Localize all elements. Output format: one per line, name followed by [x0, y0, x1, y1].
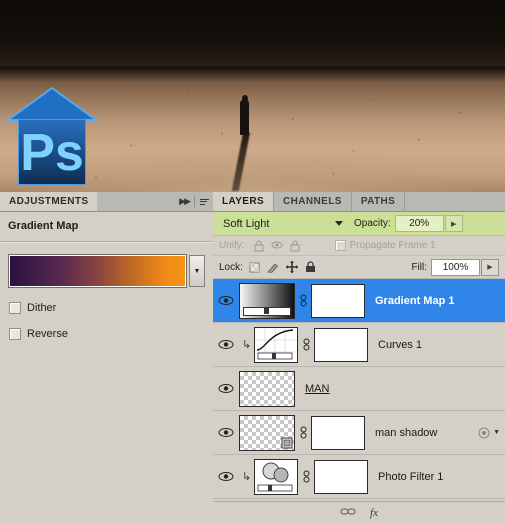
layer-thumbnail[interactable] — [239, 282, 295, 319]
eye-icon[interactable] — [213, 471, 239, 482]
eye-icon[interactable] — [213, 383, 239, 394]
adjustment-title: Gradient Map — [8, 220, 79, 232]
tab-channels[interactable]: CHANNELS — [274, 192, 352, 211]
fill-stepper-icon[interactable]: ▶ — [481, 258, 499, 276]
dither-checkbox-row[interactable]: Dither — [0, 288, 213, 314]
photoshop-logo-icon: Ps — [6, 86, 98, 186]
smart-object-badge-icon — [281, 437, 293, 448]
layer-name[interactable]: Curves 1 — [378, 339, 422, 351]
link-mask-icon[interactable] — [298, 338, 314, 351]
layer-mask-thumbnail[interactable] — [311, 415, 365, 450]
layer-name[interactable]: Gradient Map 1 — [375, 295, 454, 307]
gradient-slider-icon — [243, 306, 291, 316]
link-mask-icon[interactable] — [295, 294, 311, 307]
photoshop-screenshot: Ps ADJUSTMENTS ▶▶ Gradient Map ▼ Dither … — [0, 0, 505, 524]
link-layers-icon[interactable] — [340, 507, 356, 519]
unify-visibility-icon[interactable] — [271, 240, 283, 252]
layers-tabbar: LAYERS CHANNELS PATHS — [213, 192, 505, 212]
layer-thumbnail[interactable] — [254, 326, 298, 363]
eye-icon[interactable] — [213, 427, 239, 438]
ps-logo-text: Ps — [20, 124, 84, 182]
chevron-down-icon — [335, 221, 343, 226]
chevron-down-glyph: ▼ — [193, 267, 201, 275]
adjustments-panel: ADJUSTMENTS ▶▶ Gradient Map ▼ Dither Rev… — [0, 192, 214, 524]
layer-thumbnail[interactable] — [254, 458, 298, 495]
dither-checkbox[interactable] — [9, 302, 21, 314]
layer-effects-icon[interactable] — [478, 427, 490, 439]
reverse-label: Reverse — [27, 328, 68, 340]
table-row[interactable]: ↳ Photo Filter 1 — [213, 455, 505, 499]
layer-styles-fx-icon[interactable]: fx — [370, 507, 378, 519]
fill-input[interactable]: 100% — [431, 258, 480, 276]
table-row[interactable]: MAN — [213, 367, 505, 411]
layer-mask-thumbnail[interactable] — [311, 283, 365, 318]
lock-row: Lock: Fill: 100% ▶ — [213, 256, 505, 279]
unify-row: Unify: Propagate Frame 1 — [213, 236, 505, 256]
layers-panel: LAYERS CHANNELS PATHS Soft Light Opacity… — [213, 192, 505, 524]
adjustments-header-icons: ▶▶ — [179, 192, 209, 211]
blend-mode-row: Soft Light Opacity: 20% ▶ — [213, 212, 505, 236]
fill-label: Fill: — [411, 261, 427, 273]
lock-position-icon[interactable] — [285, 261, 298, 273]
unify-position-icon[interactable] — [253, 240, 265, 252]
opacity-input[interactable]: 20% — [394, 215, 444, 232]
lock-icons — [249, 261, 316, 273]
lock-label: Lock: — [219, 261, 243, 273]
horizon-line — [0, 66, 505, 82]
gradient-picker-row: ▼ — [0, 243, 213, 288]
gradient-swatch — [10, 256, 185, 286]
eye-icon[interactable] — [213, 339, 239, 350]
lock-image-icon[interactable] — [267, 262, 279, 273]
tab-layers[interactable]: LAYERS — [213, 192, 275, 211]
propagate-label: Propagate Frame 1 — [349, 240, 436, 251]
layers-list: Gradient Map 1 ↳ Curves 1 MAN man shadow… — [213, 279, 505, 499]
layer-name[interactable]: Photo Filter 1 — [378, 471, 443, 483]
lock-transparency-icon[interactable] — [249, 262, 260, 273]
unify-style-icon[interactable] — [289, 240, 301, 252]
man-body-shape — [240, 100, 249, 135]
layer-name[interactable]: man shadow — [375, 427, 437, 439]
adjustments-tabbar: ADJUSTMENTS ▶▶ — [0, 192, 213, 212]
blend-mode-value: Soft Light — [223, 217, 270, 230]
clipping-mask-arrow-icon: ↳ — [241, 339, 252, 351]
opacity-stepper-icon[interactable]: ▶ — [444, 215, 463, 232]
table-row[interactable]: man shadow ▼ — [213, 411, 505, 455]
layer-thumbnail[interactable] — [239, 414, 295, 451]
clipping-mask-arrow-icon: ↳ — [241, 471, 252, 483]
layer-thumbnail[interactable] — [239, 370, 295, 407]
chevron-down-icon[interactable]: ▼ — [493, 429, 500, 436]
link-mask-icon[interactable] — [295, 426, 311, 439]
tab-paths[interactable]: PATHS — [351, 192, 406, 211]
double-chevron-right-icon[interactable]: ▶▶ — [179, 196, 191, 207]
table-row[interactable]: ↳ Curves 1 — [213, 323, 505, 367]
blend-mode-select[interactable]: Soft Light — [217, 215, 348, 232]
layer-row-right-icons: ▼ — [478, 427, 505, 439]
gradient-picker-dropdown-icon[interactable]: ▼ — [189, 255, 205, 287]
unify-label: Unify: — [219, 240, 245, 251]
reverse-checkbox[interactable] — [9, 328, 21, 340]
header-divider — [194, 196, 195, 207]
lock-all-icon[interactable] — [305, 261, 316, 273]
layer-name[interactable]: MAN — [305, 383, 329, 395]
fill-group: Fill: 100% ▶ — [411, 258, 499, 276]
panel-menu-icon[interactable] — [200, 198, 209, 205]
layer-mask-thumbnail[interactable] — [314, 327, 368, 362]
man-head-shape — [242, 95, 248, 102]
propagate-frame-row[interactable]: Propagate Frame 1 — [334, 240, 436, 251]
layer-mask-thumbnail[interactable] — [314, 459, 368, 494]
opacity-label: Opacity: — [354, 218, 391, 229]
document-canvas[interactable]: Ps — [0, 0, 505, 192]
link-mask-icon[interactable] — [298, 470, 314, 483]
tab-adjustments[interactable]: ADJUSTMENTS — [0, 192, 98, 211]
unify-icons — [253, 240, 301, 252]
table-row[interactable]: Gradient Map 1 — [213, 279, 505, 323]
reverse-checkbox-row[interactable]: Reverse — [0, 314, 213, 340]
gradient-preview[interactable] — [8, 254, 187, 288]
layers-bottom-toolbar: fx — [213, 501, 505, 524]
eye-icon[interactable] — [213, 295, 239, 306]
propagate-checkbox[interactable] — [334, 240, 346, 251]
dither-label: Dither — [27, 302, 57, 314]
